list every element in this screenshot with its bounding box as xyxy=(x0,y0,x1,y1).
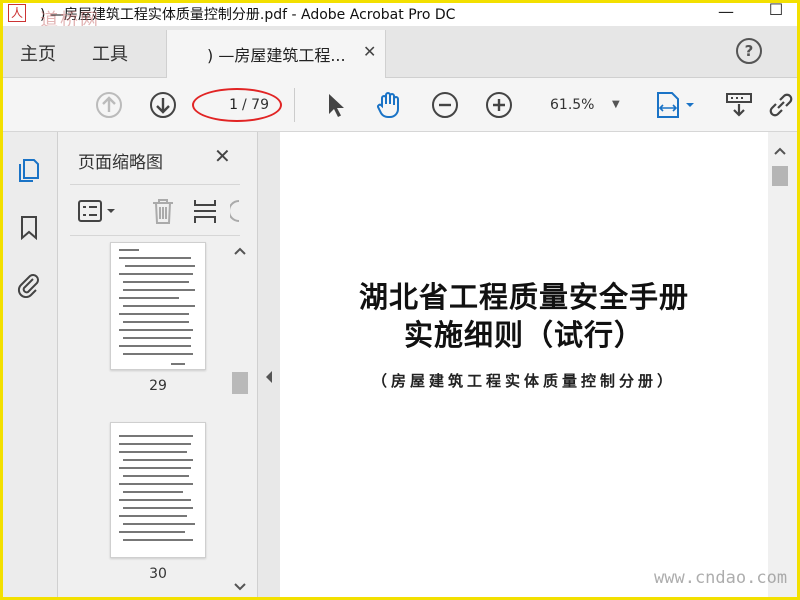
acrobat-app-icon: 人 xyxy=(8,4,26,22)
maximize-button[interactable]: ☐ xyxy=(762,0,790,19)
title-bar: 人 ) —房屋建筑工程实体质量控制分册.pdf - Adobe Acrobat … xyxy=(0,0,800,26)
tab-document[interactable]: ) —房屋建筑工程... ✕ xyxy=(166,30,386,78)
thumbnail-page-number: 29 xyxy=(149,378,167,394)
link-icon[interactable] xyxy=(766,90,796,120)
download-comment-icon[interactable] xyxy=(724,90,754,120)
watermark-bottom-right: www.cndao.com xyxy=(654,568,788,588)
document-scrollbar[interactable] xyxy=(768,132,800,600)
chevron-up-icon[interactable] xyxy=(773,146,787,156)
more-tools-icon[interactable] xyxy=(230,199,240,223)
tab-document-label: ) —房屋建筑工程... xyxy=(207,46,346,65)
help-button[interactable]: ? xyxy=(736,38,762,64)
hand-tool-icon[interactable] xyxy=(374,90,404,120)
previous-page-icon[interactable] xyxy=(94,90,124,120)
trash-icon[interactable] xyxy=(150,197,176,225)
attachment-icon[interactable] xyxy=(16,272,42,298)
select-cursor-icon[interactable] xyxy=(320,90,350,120)
page-total: / 79 xyxy=(242,97,269,113)
thumbnail-list[interactable]: 29 30 xyxy=(58,238,258,600)
zoom-level-value: 61.5% xyxy=(550,97,595,113)
thumbnail-panel: 页面缩略图 ✕ 29 30 xyxy=(58,132,258,600)
chevron-up-icon[interactable] xyxy=(233,246,247,256)
zoom-out-icon[interactable] xyxy=(430,90,460,120)
next-page-icon[interactable] xyxy=(148,90,178,120)
toolbar: 1 / 79 61.5% ▼ xyxy=(0,78,800,132)
close-icon[interactable]: ✕ xyxy=(363,42,376,61)
thumbnail-options-icon[interactable] xyxy=(78,199,120,223)
document-subtitle: （房屋建筑工程实体质量控制分册） xyxy=(371,372,676,390)
chevron-down-icon[interactable] xyxy=(233,582,247,592)
zoom-in-icon[interactable] xyxy=(484,90,514,120)
page-number-input[interactable]: 1 xyxy=(202,94,242,116)
chevron-left-icon[interactable] xyxy=(264,370,274,384)
window-title: ) —房屋建筑工程实体质量控制分册.pdf - Adobe Acrobat Pr… xyxy=(40,7,456,23)
thumbnail-page-29[interactable] xyxy=(110,242,206,370)
tab-tools[interactable]: 工具 xyxy=(92,40,128,66)
minimize-button[interactable]: — xyxy=(712,2,740,21)
left-navigation-rail xyxy=(0,132,58,600)
tab-home[interactable]: 主页 xyxy=(20,40,56,66)
chevron-down-icon: ▼ xyxy=(612,99,620,110)
bookmark-icon[interactable] xyxy=(16,214,42,240)
document-title-line-2: 实施细则（试行） xyxy=(403,318,644,352)
scrollbar-handle[interactable] xyxy=(772,166,788,186)
toolbar-divider xyxy=(294,88,295,122)
thumbnail-page-30[interactable] xyxy=(110,422,206,558)
thumbnail-toolbar xyxy=(70,184,240,236)
fit-page-icon[interactable] xyxy=(654,90,698,120)
insert-pages-icon[interactable] xyxy=(192,197,218,225)
thumbnail-scrollbar[interactable] xyxy=(230,238,252,600)
tab-bar: 主页 工具 ) —房屋建筑工程... ✕ ? xyxy=(0,26,800,78)
scrollbar-handle[interactable] xyxy=(232,372,248,394)
zoom-level-select[interactable]: 61.5% ▼ xyxy=(540,92,630,118)
document-title-line-1: 湖北省工程质量安全手册 xyxy=(358,280,689,314)
page-thumbnails-icon[interactable] xyxy=(16,156,42,182)
panel-collapse-strip[interactable] xyxy=(258,132,280,600)
document-view[interactable]: 湖北省工程质量安全手册 实施细则（试行） （房屋建筑工程实体质量控制分册） xyxy=(280,132,768,600)
close-icon[interactable]: ✕ xyxy=(214,144,231,168)
panel-title: 页面缩略图 xyxy=(78,153,163,173)
thumbnail-page-number: 30 xyxy=(149,566,167,582)
